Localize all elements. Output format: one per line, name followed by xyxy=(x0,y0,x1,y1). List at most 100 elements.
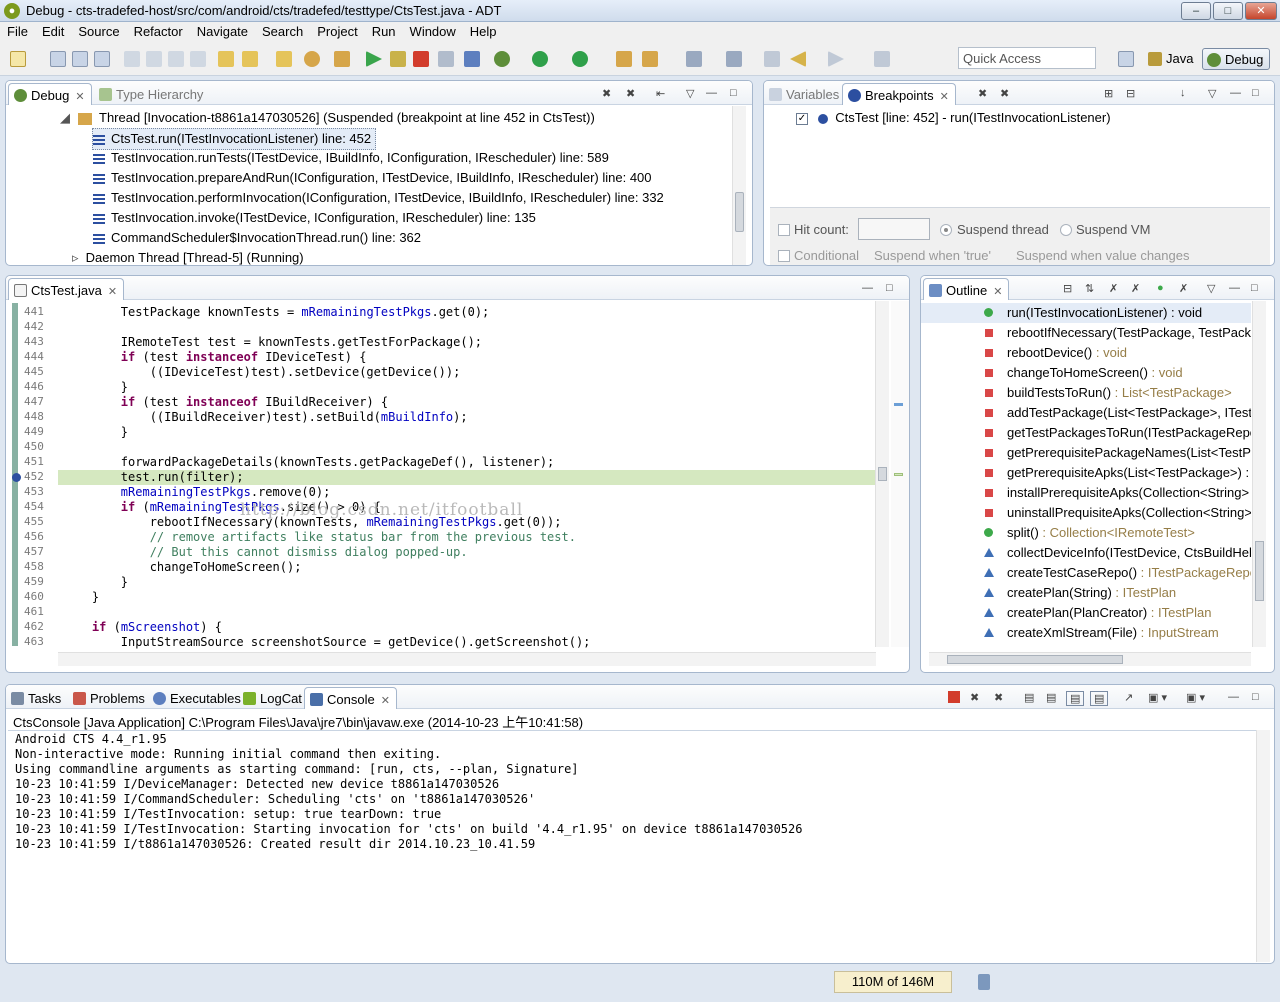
scroll-thumb[interactable] xyxy=(947,655,1123,664)
editor-vertical-scrollbar[interactable] xyxy=(875,301,889,647)
skip-breakpoints-icon[interactable] xyxy=(124,51,140,67)
hide-fields-icon[interactable]: ✗ xyxy=(1109,282,1118,295)
resume-icon[interactable] xyxy=(366,51,382,67)
remove-launch-icon[interactable]: ✖ xyxy=(970,691,979,704)
outline-tree[interactable]: run(ITestInvocationListener) : void reboo… xyxy=(921,303,1251,649)
suspend-thread-radio[interactable] xyxy=(940,224,952,236)
debug-perspective-button[interactable]: Debug xyxy=(1202,48,1271,70)
tab-type-hierarchy[interactable]: Type Hierarchy xyxy=(94,83,209,105)
clear-console-icon[interactable]: ▤ xyxy=(1024,691,1034,704)
step-into-icon[interactable] xyxy=(304,51,320,67)
collapse-icon[interactable]: ▹ xyxy=(72,248,82,265)
menu-edit[interactable]: Edit xyxy=(35,22,71,39)
maximize-view-icon[interactable]: □ xyxy=(730,87,737,99)
expand-icon[interactable]: ◢ xyxy=(60,108,70,128)
outline-item[interactable]: rebootDevice() : void xyxy=(921,343,1251,363)
tab-executables[interactable]: Executables xyxy=(148,687,247,709)
stack-frame[interactable]: TestInvocation.prepareAndRun(IConfigurat… xyxy=(93,168,652,188)
remove-terminated-icon[interactable]: ✖ xyxy=(602,87,611,100)
use-step-filters-icon[interactable] xyxy=(190,51,206,67)
suspend-true-radio-label[interactable]: Suspend when 'true' xyxy=(874,248,991,263)
outline-item[interactable]: createTestCaseRepo() : ITestPackageRepo xyxy=(921,563,1251,583)
outline-item[interactable]: createXmlStream(File) : InputStream xyxy=(921,623,1251,643)
outline-item[interactable]: createPlan(PlanCreator) : ITestPlan xyxy=(921,603,1251,623)
open-project-icon[interactable] xyxy=(616,51,632,67)
stack-frame[interactable]: TestInvocation.invoke(ITestDevice, IConf… xyxy=(93,208,536,228)
code-line[interactable]: ((IDeviceTest)test).setDevice(getDevice(… xyxy=(63,365,461,379)
next-annotation-icon[interactable] xyxy=(686,51,702,67)
stack-frame[interactable]: TestInvocation.runTests(ITestDevice, IBu… xyxy=(93,148,609,168)
heap-status[interactable]: 110M of 146M xyxy=(834,971,952,993)
code-line[interactable]: } xyxy=(63,380,128,394)
menu-navigate[interactable]: Navigate xyxy=(190,22,255,39)
view-menu-icon[interactable]: ▽ xyxy=(1208,87,1216,100)
save-all-icon[interactable] xyxy=(72,51,88,67)
collapse-all-icon[interactable]: ⊟ xyxy=(1063,282,1072,295)
code-line[interactable]: // But this cannot dismiss dialog popped… xyxy=(63,545,468,559)
code-line[interactable]: } xyxy=(63,575,128,589)
breakpoint-marker-icon[interactable] xyxy=(12,473,21,482)
outline-item[interactable]: addTestPackage(List<TestPackage>, ITest xyxy=(921,403,1251,423)
scroll-thumb[interactable] xyxy=(878,467,887,481)
outline-scrollbar[interactable] xyxy=(1252,301,1266,647)
thread-row[interactable]: ◢ Thread [Invocation-t8861a147030526] (S… xyxy=(60,108,595,128)
open-console-icon[interactable]: ▣ ▾ xyxy=(1186,691,1205,704)
close-button[interactable]: ✕ xyxy=(1245,2,1277,20)
step-return-icon[interactable] xyxy=(464,51,480,67)
minimize-view-icon[interactable]: — xyxy=(862,282,873,294)
outline-item[interactable]: getTestPackagesToRun(ITestPackageRepo xyxy=(921,423,1251,443)
stack-frame[interactable]: CtsTest.run(ITestInvocationListener) lin… xyxy=(92,128,377,150)
menu-project[interactable]: Project xyxy=(310,22,364,39)
collapse-all-icon[interactable]: ⊟ xyxy=(1126,87,1135,100)
search-icon[interactable] xyxy=(276,51,292,67)
daemon-thread-row[interactable]: ▹ Daemon Thread [Thread-5] (Running) xyxy=(72,248,304,265)
stack-frame[interactable]: CommandScheduler$InvocationThread.run() … xyxy=(93,228,421,248)
view-menu-icon[interactable]: ▽ xyxy=(686,87,694,100)
show-on-output-icon[interactable]: ▤ xyxy=(1066,691,1085,706)
hide-nonpublic-icon[interactable]: ● xyxy=(1157,282,1164,294)
code-line[interactable]: mRemainingTestPkgs.remove(0); xyxy=(63,485,331,499)
outline-item[interactable]: installPrerequisiteApks(Collection<Strin… xyxy=(921,483,1251,503)
minimize-button[interactable]: – xyxy=(1181,2,1211,20)
maximize-view-icon[interactable]: □ xyxy=(1251,282,1258,294)
code-line[interactable]: changeToHomeScreen(); xyxy=(63,560,302,574)
print-icon[interactable] xyxy=(94,51,110,67)
step-over-icon[interactable] xyxy=(334,51,350,67)
step-filter-icon[interactable] xyxy=(146,51,162,67)
menu-refactor[interactable]: Refactor xyxy=(127,22,190,39)
code-line[interactable]: if (test instanceof IDeviceTest) { xyxy=(63,350,367,364)
close-icon[interactable]: ✕ xyxy=(993,286,1002,298)
suspend-icon[interactable] xyxy=(390,51,406,67)
code-line[interactable]: TestPackage knownTests = mRemainingTestP… xyxy=(63,305,489,319)
terminate-icon[interactable] xyxy=(413,51,429,67)
menu-file[interactable]: File xyxy=(0,22,35,39)
menu-help[interactable]: Help xyxy=(463,22,504,39)
terminate-icon[interactable] xyxy=(948,691,960,703)
remove-all-launches-icon[interactable]: ✖ xyxy=(994,691,1003,704)
new-class-icon[interactable] xyxy=(642,51,658,67)
outline-item[interactable]: changeToHomeScreen() : void xyxy=(921,363,1251,383)
remove-all-breakpoints-icon[interactable]: ✖ xyxy=(1000,87,1009,100)
remove-all-icon[interactable]: ✖ xyxy=(626,87,635,100)
overview-ruler[interactable] xyxy=(891,301,909,647)
outline-item[interactable]: split() : Collection<IRemoteTest> xyxy=(921,523,1251,543)
tab-breakpoints[interactable]: Breakpoints ✕ xyxy=(842,83,956,105)
scroll-thumb[interactable] xyxy=(1255,541,1264,601)
menu-source[interactable]: Source xyxy=(71,22,126,39)
editor-horizontal-scrollbar[interactable] xyxy=(58,652,876,666)
tab-logcat[interactable]: LogCat xyxy=(238,687,308,709)
outline-horizontal-scrollbar[interactable] xyxy=(929,652,1251,666)
garbage-collect-icon[interactable] xyxy=(978,974,990,990)
suspend-vm-radio[interactable] xyxy=(1060,224,1072,236)
outline-item[interactable]: buildTestsToRun() : List<TestPackage> xyxy=(921,383,1251,403)
suspend-changes-radio-label[interactable]: Suspend when value changes xyxy=(1016,248,1189,263)
minimize-view-icon[interactable]: — xyxy=(1228,691,1239,703)
hide-local-types-icon[interactable]: ✗ xyxy=(1179,282,1188,295)
code-line[interactable]: if (mScreenshot) { xyxy=(63,620,222,634)
minimize-view-icon[interactable]: — xyxy=(1229,282,1240,294)
code-line[interactable]: test.run(filter); xyxy=(63,470,244,484)
maximize-view-icon[interactable]: □ xyxy=(1252,691,1259,703)
close-icon[interactable]: ✕ xyxy=(108,286,117,298)
tab-problems[interactable]: Problems xyxy=(68,687,151,709)
debug-scrollbar[interactable] xyxy=(732,106,746,265)
